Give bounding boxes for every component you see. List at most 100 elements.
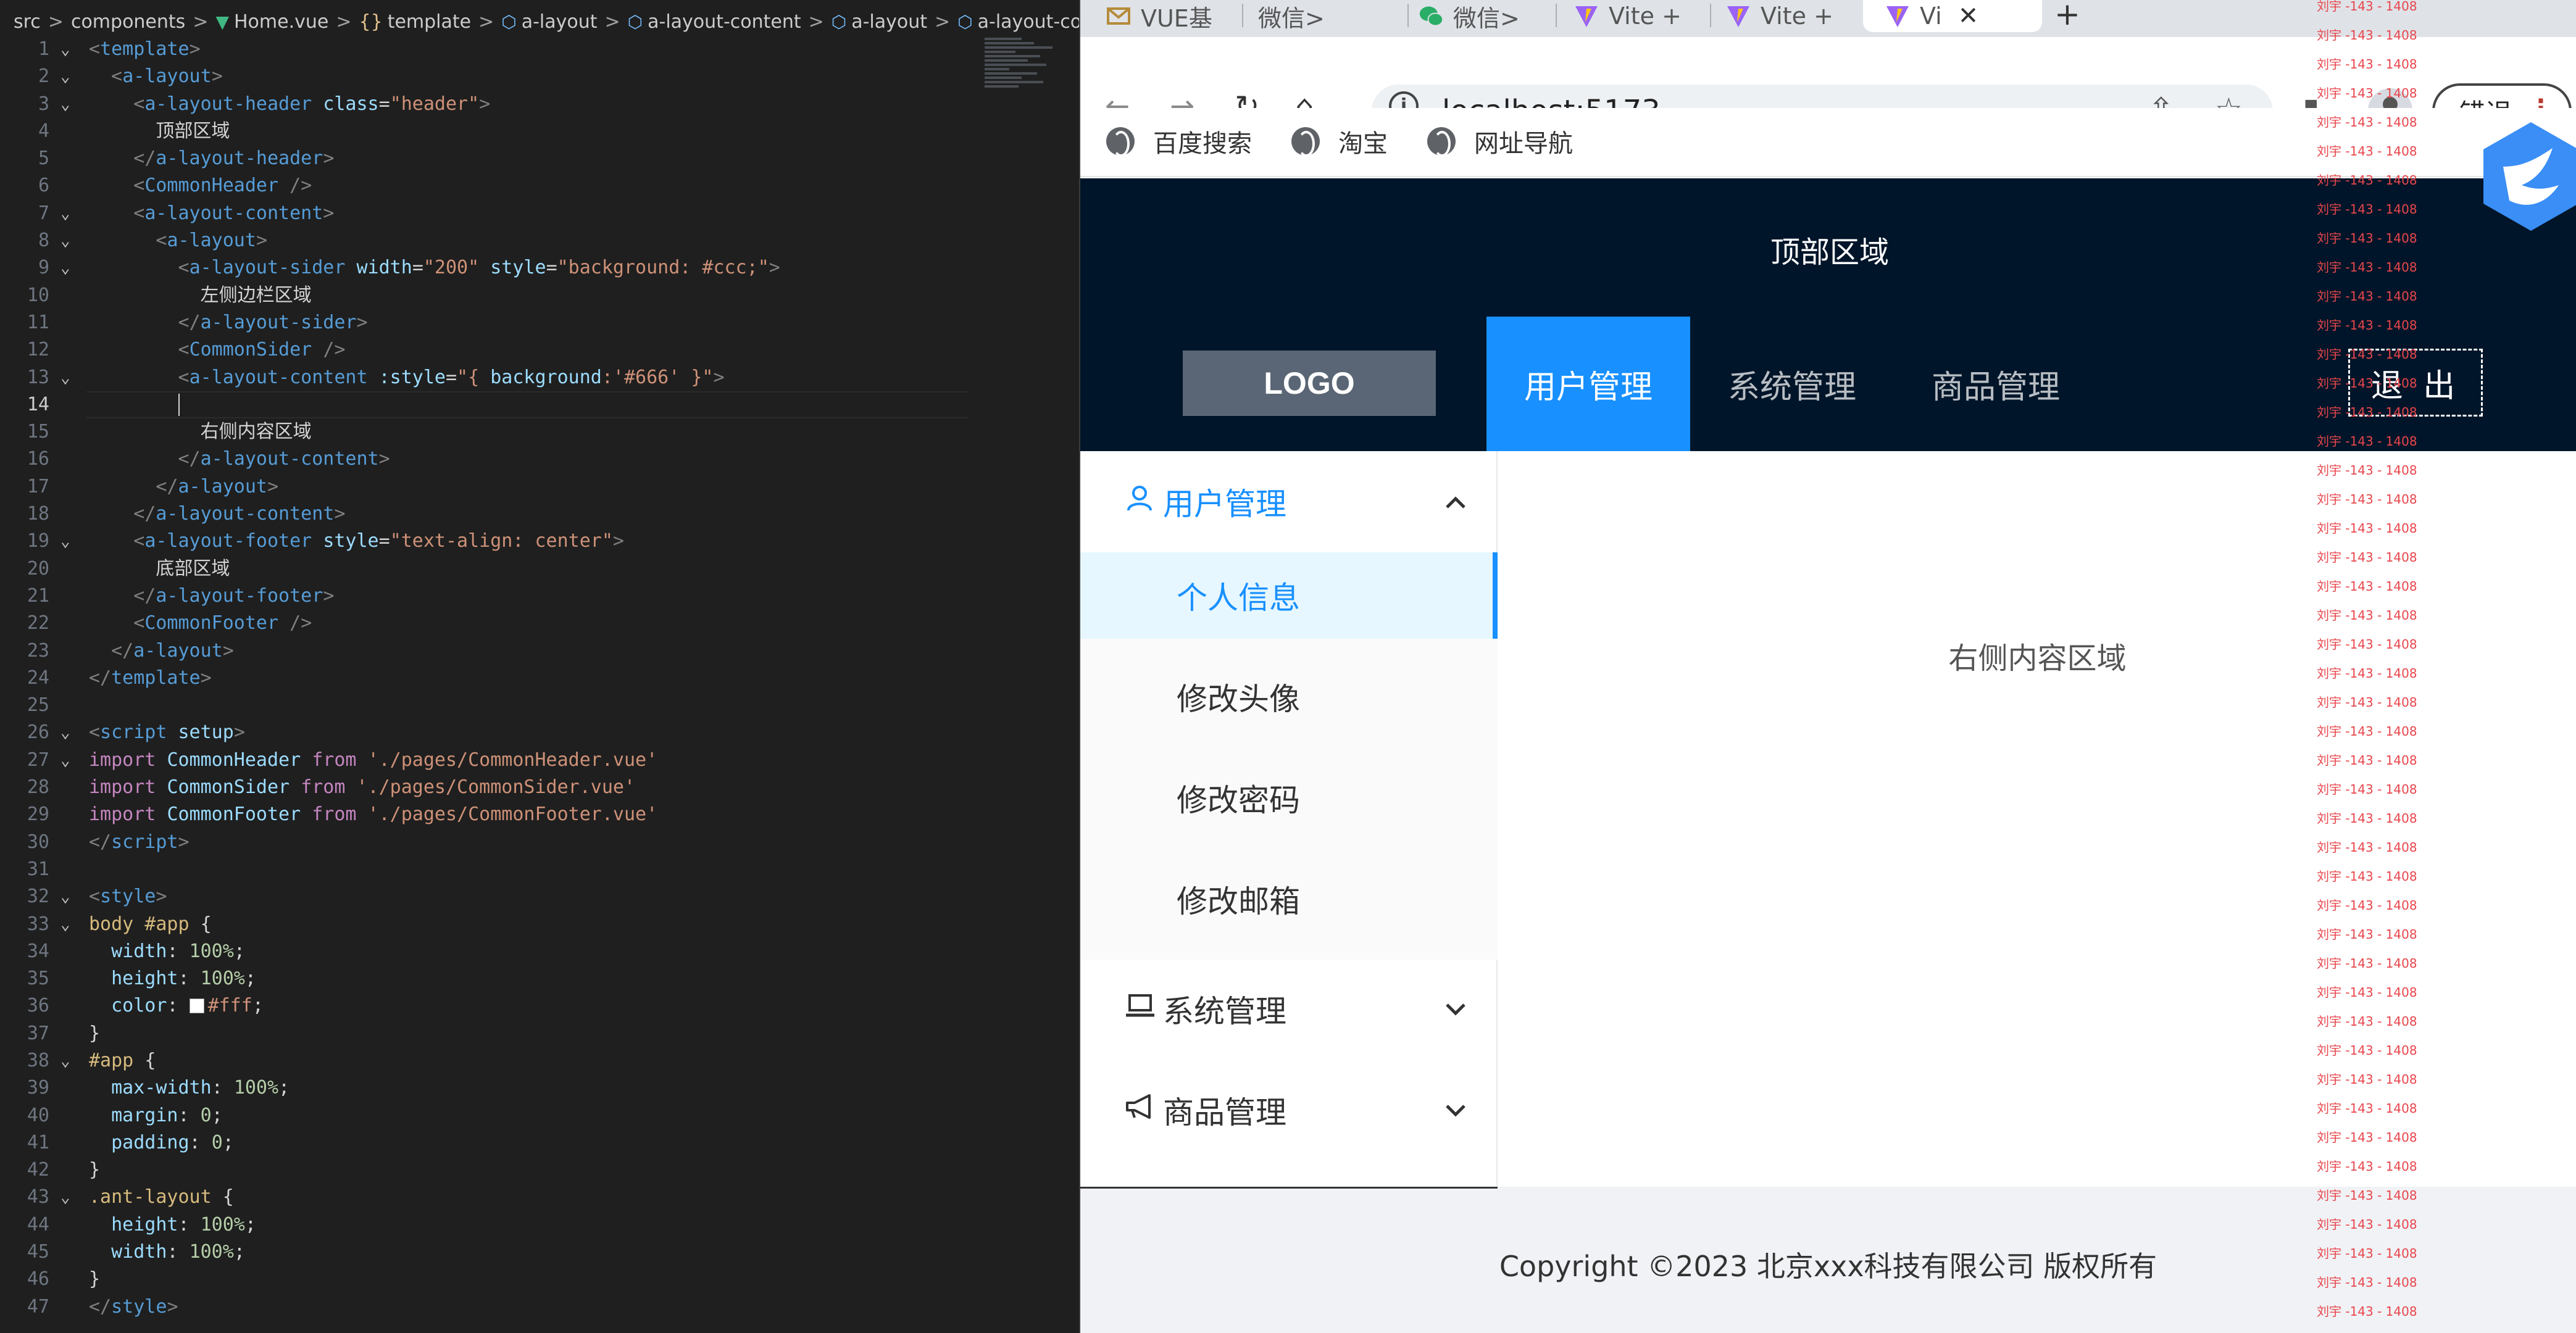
breadcrumb-file[interactable]: Home.vue: [234, 11, 328, 33]
vite-icon: [1574, 4, 1599, 28]
code-line: 32 ⌄ <style>: [27, 886, 167, 908]
tab-title: VUE基: [1141, 4, 1212, 32]
breadcrumb-components[interactable]: components: [71, 11, 185, 33]
bookmark-label: 百度搜索: [1153, 130, 1252, 158]
watermark-text: 刘宇 -143 - 1408: [2317, 521, 2417, 536]
tab-separator: [1710, 4, 1711, 27]
watermark-text: 刘宇 -143 - 1408: [2317, 782, 2417, 797]
code-line: 25: [27, 694, 49, 716]
code-line: 11 </a-layout-sider>: [27, 311, 368, 333]
watermark-text: 刘宇 -143 - 1408: [2317, 173, 2417, 188]
watermark-text: 刘宇 -143 - 1408: [2317, 231, 2417, 246]
watermark-text: 刘宇 -143 - 1408: [2317, 260, 2417, 275]
submenu-goods[interactable]: 商品管理: [1080, 1060, 1498, 1161]
watermark-text: 刘宇 -143 - 1408: [2317, 376, 2417, 391]
breadcrumb-template[interactable]: template: [388, 11, 471, 33]
code-line: 43 ⌄ .ant-layout {: [27, 1186, 234, 1208]
tab-separator: [1556, 4, 1557, 27]
watermark-text: 刘宇 -143 - 1408: [2317, 985, 2417, 1000]
chevron-up-icon: [1444, 488, 1467, 516]
code-area[interactable]: 1 ⌄ <template> 2 ⌄ <a-layout> 3 ⌄ <a-layout-…: [0, 36, 1079, 1321]
watermark-text: 刘宇 -143 - 1408: [2317, 1072, 2417, 1087]
tab-separator: [1242, 4, 1243, 27]
close-icon[interactable]: ✕: [1958, 2, 1979, 30]
code-line: 37}: [27, 1022, 101, 1044]
code-line: 16 </a-layout-content>: [27, 448, 390, 470]
submenu-user[interactable]: 用户管理: [1080, 451, 1498, 552]
symbol-icon: ⬡: [831, 11, 847, 32]
watermark-text: 刘宇 -143 - 1408: [2317, 695, 2417, 710]
user-icon: [1125, 483, 1154, 520]
code-editor[interactable]: src > components > ▼ Home.vue > {} template > …: [0, 0, 1079, 1333]
code-line: 30 </script>: [27, 831, 190, 853]
watermark-text: 刘宇 -143 - 1408: [2317, 1130, 2417, 1145]
browser-tab-5[interactable]: Vite +: [1726, 0, 1868, 32]
watermark-text: 刘宇 -143 - 1408: [2317, 1304, 2417, 1319]
bird-assistant-icon[interactable]: [2478, 117, 2576, 235]
breadcrumb-layout-2[interactable]: a-layout: [851, 11, 927, 33]
top-menu-user[interactable]: 用户管理: [1486, 317, 1690, 451]
code-line: 8 ⌄ <a-layout>: [38, 230, 267, 252]
top-menu-system[interactable]: 系统管理: [1690, 317, 1894, 451]
browser-tab-3[interactable]: 微信>: [1419, 0, 1554, 32]
logo[interactable]: LOGO: [1183, 351, 1436, 416]
watermark-text: 刘宇 -143 - 1408: [2317, 1043, 2417, 1058]
code-line: 23 </a-layout>: [27, 639, 234, 662]
menu-item-profile[interactable]: 个人信息: [1080, 552, 1498, 639]
bookmark-baidu[interactable]: 百度搜索: [1106, 123, 1252, 159]
watermark-text: 刘宇 -143 - 1408: [2317, 318, 2417, 333]
watermark-text: 刘宇 -143 - 1408: [2317, 869, 2417, 884]
browser-tab-2[interactable]: 微信>: [1258, 0, 1363, 32]
browser-tab-1[interactable]: VUE基: [1106, 0, 1239, 32]
minimap[interactable]: [985, 36, 1059, 153]
bookmark-nav[interactable]: 网址导航: [1427, 123, 1573, 159]
breadcrumb-layout-1[interactable]: a-layout: [522, 11, 598, 33]
browser-tab-4[interactable]: Vite +: [1574, 0, 1710, 32]
tab-title: Vite +: [1761, 2, 1833, 30]
watermark-text: 刘宇 -143 - 1408: [2317, 289, 2417, 304]
top-menu-goods[interactable]: 商品管理: [1894, 317, 2098, 451]
watermark-text: 刘宇 -143 - 1408: [2317, 1246, 2417, 1261]
breadcrumb-layout-content-2[interactable]: a-layout-content: [978, 11, 1079, 33]
watermark-text: 刘宇 -143 - 1408: [2317, 28, 2417, 43]
sider-menu: 用户管理 个人信息 修改头像 修改密码 修改邮箱 系统管理 商品管理: [1080, 451, 1498, 1187]
color-swatch[interactable]: [189, 999, 204, 1014]
submenu-system[interactable]: 系统管理: [1080, 958, 1498, 1060]
breadcrumb-src[interactable]: src: [14, 11, 41, 33]
notification-icon: [1125, 1093, 1156, 1127]
tab-separator: [1407, 4, 1409, 27]
watermark-text: 刘宇 -143 - 1408: [2317, 1188, 2417, 1203]
menu-item-label: 修改邮箱: [1177, 884, 1300, 920]
menu-item-password[interactable]: 修改密码: [1080, 755, 1498, 841]
new-tab-icon[interactable]: +: [2054, 0, 2080, 32]
watermark-text: 刘宇 -143 - 1408: [2317, 202, 2417, 217]
browser-tab-active[interactable]: Vi ✕: [1863, 0, 2042, 32]
watermark-text: 刘宇 -143 - 1408: [2317, 1159, 2417, 1174]
menu-item-avatar[interactable]: 修改头像: [1080, 654, 1498, 740]
watermark-text: 刘宇 -143 - 1408: [2317, 463, 2417, 478]
menu-item-email[interactable]: 修改邮箱: [1080, 856, 1498, 942]
code-line: 35 height: 100%;: [27, 968, 256, 990]
chevron-down-icon: [1444, 1096, 1467, 1124]
browser-window: VUE基 微信> 微信> Vite + Vite + Vi ✕ + ← → ↻ …: [1080, 0, 2576, 1333]
vite-icon: [1885, 4, 1910, 28]
bookmark-taobao[interactable]: 淘宝: [1291, 123, 1388, 159]
watermark-text: 刘宇 -143 - 1408: [2317, 637, 2417, 652]
vite-icon: [1726, 4, 1751, 28]
watermark-text: 刘宇 -143 - 1408: [2317, 492, 2417, 507]
watermark-text: 刘宇 -143 - 1408: [2317, 811, 2417, 826]
code-line: 34 width: 100%;: [27, 940, 245, 962]
menu-item-label: 个人信息: [1177, 580, 1300, 616]
watermark-text: 刘宇 -143 - 1408: [2317, 86, 2417, 101]
code-line: 3 ⌄ <a-layout-header class="header">: [38, 93, 491, 115]
breadcrumb-layout-content-1[interactable]: a-layout-content: [648, 11, 801, 33]
tab-title: Vite +: [1609, 2, 1682, 30]
laptop-icon: [1125, 992, 1156, 1026]
code-line: 2 ⌄ <a-layout>: [38, 65, 223, 88]
code-line: 42}: [27, 1159, 101, 1181]
code-line: 29 import CommonFooter from './pages/Comm…: [27, 804, 658, 826]
code-line: 36 color: #fff;: [27, 995, 264, 1017]
code-line: 28 import CommonSider from './pages/Commo…: [27, 776, 636, 799]
code-line-active[interactable]: 14: [0, 391, 1079, 419]
watermark-text: 刘宇 -143 - 1408: [2317, 1014, 2417, 1029]
